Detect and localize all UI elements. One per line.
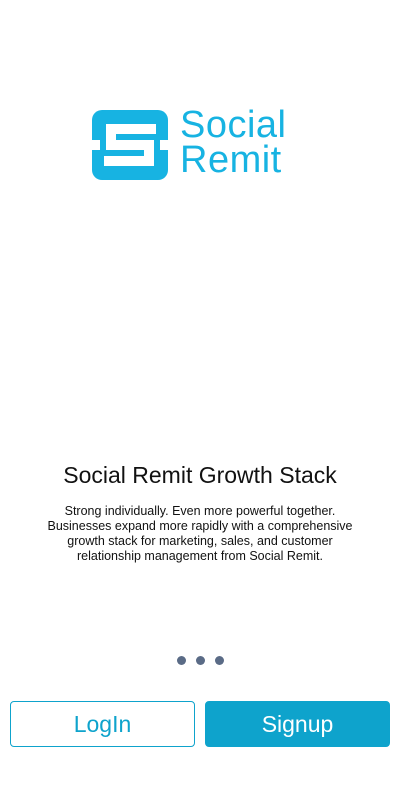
- brand-wordmark: Social Remit: [180, 104, 287, 181]
- pagination-dot[interactable]: [195, 656, 205, 665]
- s-monogram-icon: [92, 110, 168, 180]
- onboarding-description: Strong individually. Even more powerful …: [47, 504, 353, 563]
- pagination-dot[interactable]: [214, 656, 224, 665]
- pagination-dot[interactable]: [176, 656, 186, 665]
- brand-name-line1: Social: [180, 104, 287, 146]
- login-button[interactable]: LogIn: [10, 701, 195, 747]
- onboarding-title: Social Remit Growth Stack: [63, 462, 337, 488]
- signup-button[interactable]: Signup: [205, 701, 390, 747]
- carousel-pagination[interactable]: [0, 656, 400, 665]
- brand-name-line2: Remit: [180, 139, 282, 181]
- brand-logo: Social Remit: [92, 104, 308, 181]
